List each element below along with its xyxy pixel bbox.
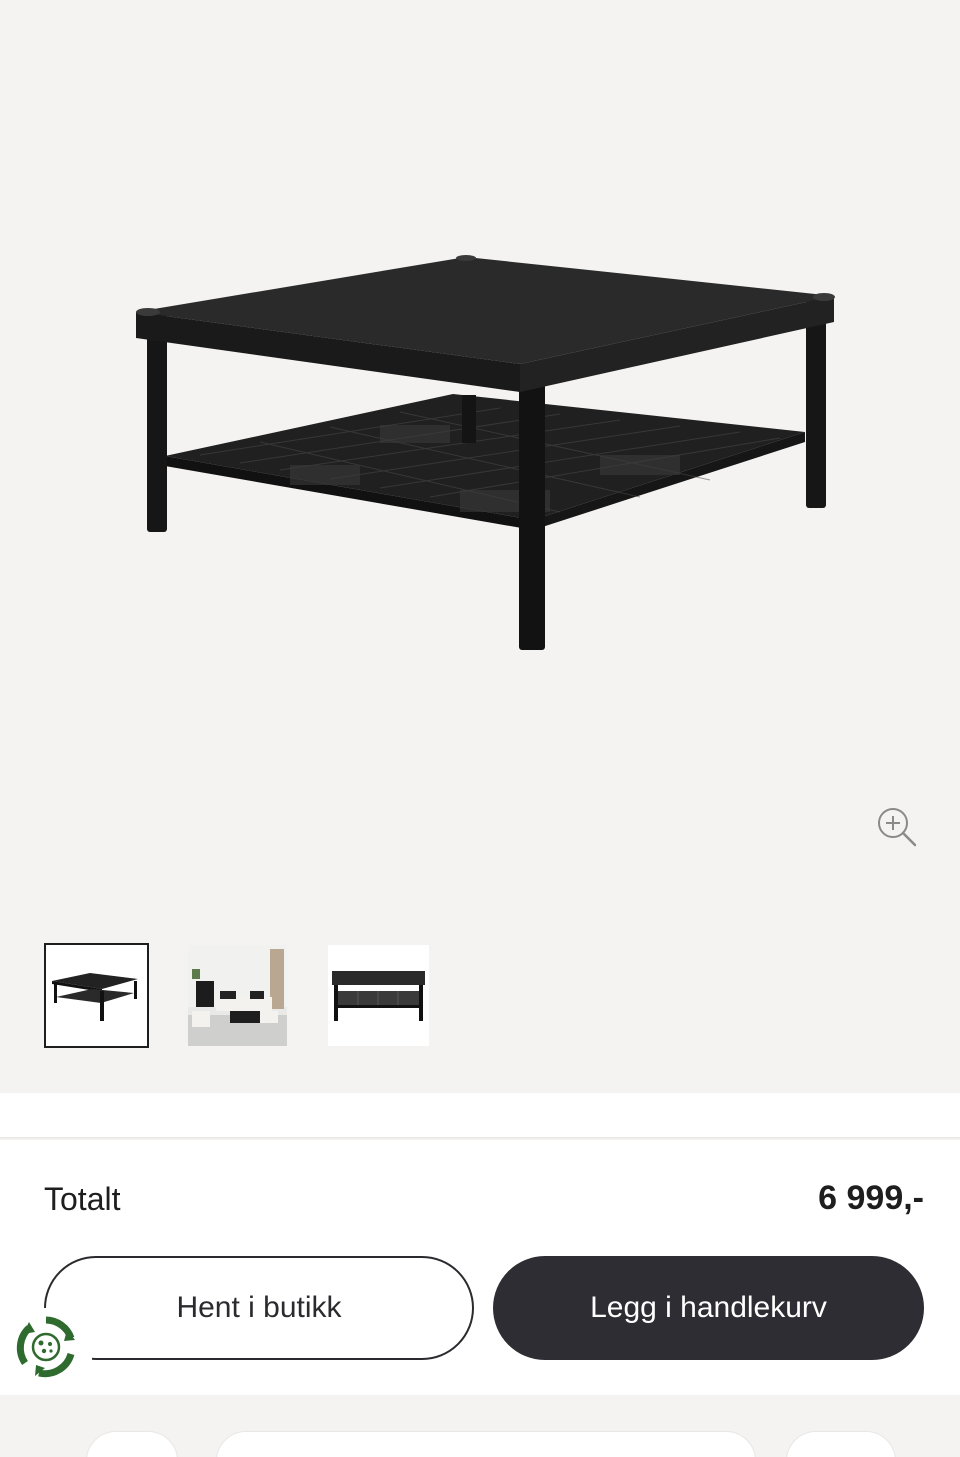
zoom-in-icon xyxy=(875,805,919,854)
eco-badge[interactable] xyxy=(0,1308,92,1390)
thumbnail-living-room[interactable] xyxy=(188,945,287,1046)
nav-pill-center[interactable] xyxy=(216,1431,756,1457)
total-label: Totalt xyxy=(44,1181,121,1217)
coffee-table-illustration xyxy=(136,255,835,650)
zoom-button[interactable] xyxy=(872,804,922,854)
bottom-navigation-peek xyxy=(0,1395,960,1457)
nav-pill-right[interactable] xyxy=(786,1431,896,1457)
total-price: 6 999,- xyxy=(818,1179,924,1217)
panel-divider xyxy=(0,1137,960,1140)
pickup-in-store-label: Hent i butikk xyxy=(176,1291,342,1324)
thumbnail-table-side[interactable] xyxy=(328,945,429,1046)
product-main-image[interactable] xyxy=(0,0,960,900)
product-gallery xyxy=(0,0,960,1093)
nav-pill-left[interactable] xyxy=(86,1431,178,1457)
add-to-cart-button[interactable]: Legg i handlekurv xyxy=(493,1256,924,1360)
thumbnail-table-front[interactable] xyxy=(44,943,149,1048)
recycle-icon xyxy=(15,1316,77,1383)
add-to-cart-label: Legg i handlekurv xyxy=(590,1291,827,1324)
pickup-in-store-button[interactable]: Hent i butikk xyxy=(44,1256,474,1360)
